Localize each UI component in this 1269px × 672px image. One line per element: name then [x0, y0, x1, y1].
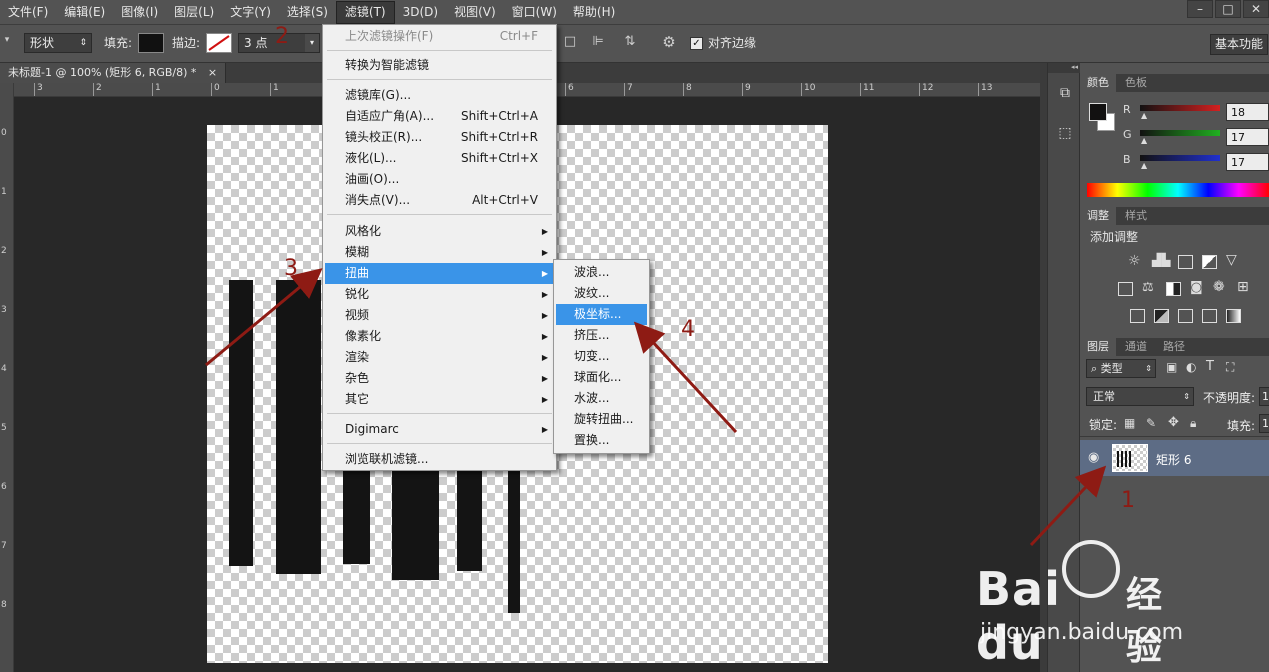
annotation-number-2: 2 — [275, 24, 289, 49]
annotation-number-1: 1 — [1121, 488, 1135, 513]
watermark-url: jingyan.baidu.com — [980, 620, 1184, 645]
arrow-to-distort — [205, 268, 323, 367]
paw-logo-icon — [1062, 540, 1120, 598]
annotation-number-4: 4 — [681, 317, 695, 342]
foreground-color-swatch[interactable] — [1089, 103, 1107, 121]
annotation-number-3: 3 — [284, 256, 298, 281]
arrow-to-layer — [1029, 465, 1107, 547]
watermark-brand: Bai du — [976, 562, 1061, 670]
watermark-brand-cn: 经验 — [1126, 575, 1163, 668]
